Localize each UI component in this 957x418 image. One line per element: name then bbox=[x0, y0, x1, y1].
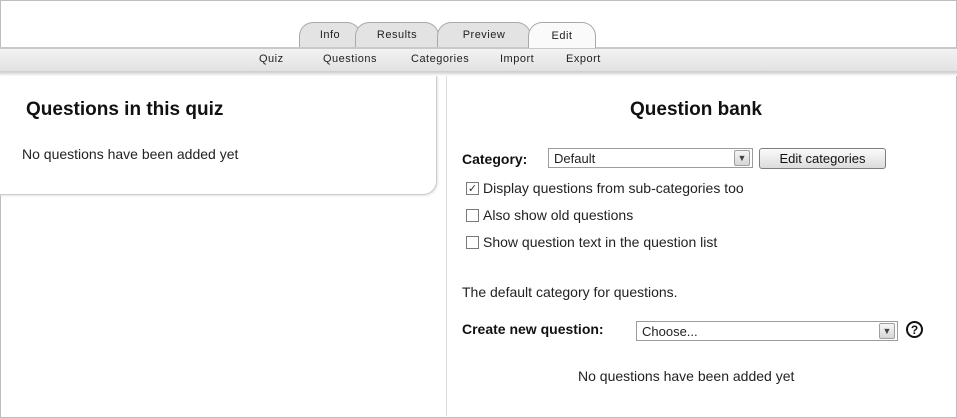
tab-results[interactable]: Results bbox=[355, 22, 439, 47]
tab-results-label: Results bbox=[376, 29, 418, 41]
question-text-label: Show question text in the question list bbox=[483, 234, 718, 250]
tab-info-label: Info bbox=[319, 29, 341, 41]
bank-empty-message: No questions have been added yet bbox=[578, 368, 795, 384]
checkmark-icon: ✓ bbox=[467, 182, 478, 195]
question-text-checkbox[interactable] bbox=[466, 235, 479, 249]
edit-categories-button[interactable]: Edit categories bbox=[759, 148, 886, 169]
secondary-tabs: Quiz Questions Categories Import Export bbox=[0, 49, 957, 72]
subtab-questions[interactable]: Questions bbox=[323, 53, 377, 65]
tab-edit[interactable]: Edit bbox=[528, 22, 596, 48]
chevron-down-icon: ▼ bbox=[734, 150, 750, 166]
primary-tabs: Info Results Preview Edit bbox=[0, 22, 957, 48]
subcategories-checkbox[interactable]: ✓ bbox=[466, 181, 479, 195]
category-select-value: Default bbox=[554, 151, 596, 166]
question-text-option[interactable]: Show question text in the question list bbox=[466, 234, 717, 250]
subtab-quiz[interactable]: Quiz bbox=[259, 53, 284, 65]
question-bank-heading: Question bank bbox=[630, 99, 762, 120]
tab-info[interactable]: Info bbox=[299, 22, 361, 47]
subcategories-option[interactable]: ✓ Display questions from sub-categories … bbox=[466, 180, 744, 196]
category-description: The default category for questions. bbox=[462, 284, 678, 300]
subtab-import[interactable]: Import bbox=[500, 53, 534, 65]
quiz-questions-panel bbox=[0, 76, 437, 195]
old-questions-checkbox[interactable] bbox=[466, 208, 479, 222]
create-question-label: Create new question: bbox=[462, 321, 604, 337]
edit-categories-label: Edit categories bbox=[779, 151, 866, 166]
tab-edit-label: Edit bbox=[551, 29, 573, 42]
panel-divider bbox=[446, 76, 447, 416]
tab-preview[interactable]: Preview bbox=[437, 22, 531, 47]
help-icon[interactable]: ? bbox=[906, 321, 923, 338]
category-label: Category: bbox=[462, 151, 528, 167]
quiz-questions-heading: Questions in this quiz bbox=[26, 99, 224, 120]
quiz-empty-message: No questions have been added yet bbox=[22, 146, 239, 162]
subtab-categories[interactable]: Categories bbox=[411, 53, 469, 65]
old-questions-label: Also show old questions bbox=[483, 207, 634, 223]
old-questions-option[interactable]: Also show old questions bbox=[466, 207, 633, 223]
tab-preview-label: Preview bbox=[462, 29, 506, 41]
chevron-down-icon: ▼ bbox=[879, 323, 895, 339]
create-question-value: Choose... bbox=[642, 324, 698, 339]
subtab-export[interactable]: Export bbox=[566, 53, 601, 65]
create-question-select[interactable]: Choose... ▼ bbox=[636, 321, 898, 341]
category-select[interactable]: Default ▼ bbox=[548, 148, 753, 168]
subcategories-label: Display questions from sub-categories to… bbox=[483, 180, 744, 196]
